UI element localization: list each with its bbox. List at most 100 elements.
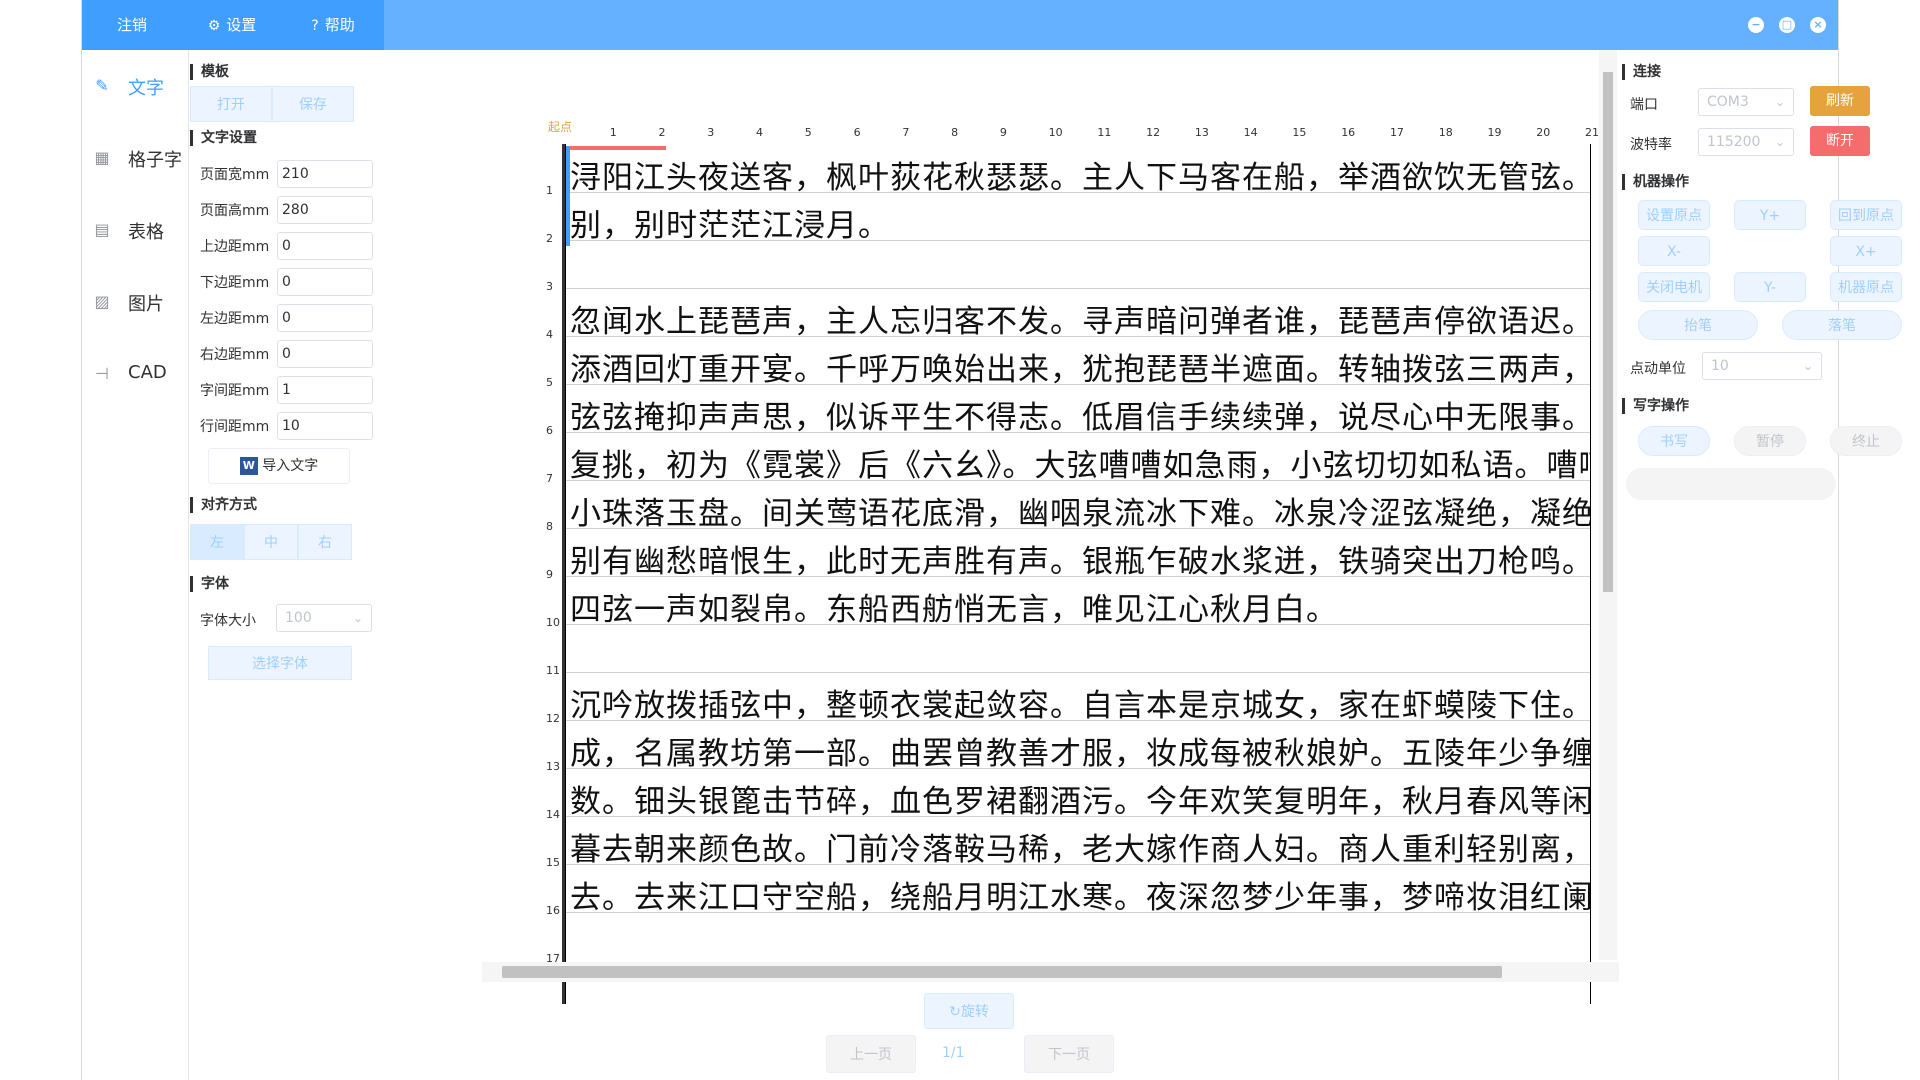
ruled-line xyxy=(566,288,1590,289)
ruler-tick-label: 6 xyxy=(853,126,861,139)
logout-menu[interactable]: 注销 xyxy=(82,0,182,50)
ruler-tick-label: 16 xyxy=(1341,126,1356,139)
machine-panel: 连接 端口 COM3 ⌄ 刷新 波特率 115200 ⌄ 断开 机器操作 设置原… xyxy=(1622,50,1902,1080)
ruler-tick-label: 20 xyxy=(1536,126,1551,139)
refresh-button[interactable]: 刷新 xyxy=(1810,86,1870,116)
page-indicator: 1/1 xyxy=(942,1045,965,1061)
nav-item-text[interactable]: ✎ 文字 xyxy=(82,66,188,106)
y-axis-marker xyxy=(566,146,570,246)
text-line: 成，名属教坊第一部。曲罢曾教善才服，妆成每被秋娘妒。五陵年少争缠头，一曲红绡不知 xyxy=(570,736,1591,772)
horizontal-scrollbar[interactable] xyxy=(482,962,1619,982)
nav-item-table[interactable]: ▤ 表格 xyxy=(82,210,188,250)
top-margin-input[interactable]: 0 xyxy=(277,232,373,260)
disconnect-button[interactable]: 断开 xyxy=(1810,126,1870,156)
jog-unit-label: 点动单位 xyxy=(1630,361,1686,377)
y-minus-button[interactable]: Y- xyxy=(1734,272,1806,302)
ruler-tick-label: 17 xyxy=(1389,126,1404,139)
canvas-area: 起点 1 2 3 4 5 6 7 8 9 10 11 12 13 14 15 16 17 18 19 20 21 浔阳江… xyxy=(482,50,1622,1004)
baud-select[interactable]: 115200 ⌄ xyxy=(1698,128,1794,156)
font-size-select[interactable]: 100 ⌄ xyxy=(276,604,372,632)
save-button[interactable]: 保存 xyxy=(272,86,354,122)
ruler-tick-label: 11 xyxy=(1097,126,1112,139)
ruler-tick-label: 12 xyxy=(546,712,560,725)
pen-up-button[interactable]: 抬笔 xyxy=(1638,310,1758,340)
char-spacing-input[interactable]: 1 xyxy=(277,376,373,404)
ruler-tick-label: 4 xyxy=(756,126,764,139)
ruler-tick-label: 4 xyxy=(546,328,553,341)
back-to-origin-button[interactable]: 回到原点 xyxy=(1830,200,1902,230)
font-size-label: 字体大小 xyxy=(200,613,256,629)
rotate-button[interactable]: ↻旋转 xyxy=(924,993,1014,1029)
field-label: 右边距mm xyxy=(200,347,270,363)
rotate-label: 旋转 xyxy=(960,1004,989,1020)
align-left-button[interactable]: 左 xyxy=(190,524,244,560)
ruler-tick-label: 14 xyxy=(546,808,560,821)
open-button[interactable]: 打开 xyxy=(190,86,272,122)
align-center-button[interactable]: 中 xyxy=(244,524,298,560)
minimize-icon[interactable]: − xyxy=(1748,17,1764,33)
maximize-icon[interactable]: □ xyxy=(1779,17,1795,33)
close-icon[interactable]: × xyxy=(1810,17,1826,33)
progress-bar xyxy=(1626,468,1836,500)
right-margin-input[interactable]: 0 xyxy=(277,340,373,368)
page-height-input[interactable]: 280 xyxy=(277,196,373,224)
x-plus-button[interactable]: X+ xyxy=(1830,236,1902,266)
ruler-tick-label: 6 xyxy=(546,424,553,437)
ruler-tick-label: 8 xyxy=(951,126,959,139)
vertical-scrollbar[interactable] xyxy=(1599,50,1617,960)
text-line: 去。去来江口守空船，绕船月明江水寒。夜深忽梦少年事，梦啼妆泪红阑干。 xyxy=(570,880,1591,916)
prev-page-button[interactable]: 上一页 xyxy=(826,1035,916,1073)
left-margin-input[interactable]: 0 xyxy=(277,304,373,332)
template-title: 模板 xyxy=(190,64,229,80)
ruler-tick-label: 3 xyxy=(707,126,715,139)
settings-menu[interactable]: ⚙ 设置 xyxy=(182,0,282,50)
pen-down-button[interactable]: 落笔 xyxy=(1782,310,1902,340)
scroll-thumb[interactable] xyxy=(1603,72,1613,592)
text-line: 忽闻水上琵琶声，主人忘归客不发。寻声暗问弹者谁，琵琶声停欲语迟。移船相近邀相见， xyxy=(570,304,1591,340)
next-page-button[interactable]: 下一页 xyxy=(1024,1035,1114,1073)
left-nav: ✎ 文字 ▦ 格子字 ▤ 表格 ▨ 图片 ⊣ CAD xyxy=(82,50,189,1080)
paper[interactable]: 浔阳江头夜送客，枫叶荻花秋瑟瑟。主人下马客在船，举酒欲饮无管弦。醉不成欢惨将别，… xyxy=(565,144,1591,1004)
motor-off-button[interactable]: 关闭电机 xyxy=(1638,272,1710,302)
ruler-tick-label: 14 xyxy=(1243,126,1258,139)
text-line: 小珠落玉盘。间关莺语花底滑，幽咽泉流冰下难。冰泉冷涩弦凝绝，凝绝不通声暂歇。 xyxy=(570,496,1591,532)
jog-unit-select[interactable]: 10 ⌄ xyxy=(1702,352,1822,380)
nav-item-image[interactable]: ▨ 图片 xyxy=(82,282,188,322)
nav-item-label: 格子字 xyxy=(128,150,182,171)
settings-label: 设置 xyxy=(226,16,257,34)
align-right-button[interactable]: 右 xyxy=(298,524,352,560)
top-ruler: 1 2 3 4 5 6 7 8 9 10 11 12 13 14 15 16 17 18 19 20 21 xyxy=(565,126,1599,145)
settings-panel: 模板 打开 保存 文字设置 页面宽mm 210 页面高mm 280 上边距mm … xyxy=(190,50,470,1080)
field-label: 字间距mm xyxy=(200,383,270,399)
line-spacing-input[interactable]: 10 xyxy=(277,412,373,440)
page-width-input[interactable]: 210 xyxy=(277,160,373,188)
y-plus-button[interactable]: Y+ xyxy=(1734,200,1806,230)
x-minus-button[interactable]: X- xyxy=(1638,236,1710,266)
nav-item-cad[interactable]: ⊣ CAD xyxy=(82,354,188,394)
jog-unit-value: 10 xyxy=(1711,358,1729,374)
text-line: 添酒回灯重开宴。千呼万唤始出来，犹抱琵琶半遮面。转轴拨弦三两声，未成曲调先有情。 xyxy=(570,352,1591,388)
machine-origin-button[interactable]: 机器原点 xyxy=(1830,272,1902,302)
write-button[interactable]: 书写 xyxy=(1638,426,1710,456)
field-label: 左边距mm xyxy=(200,311,270,327)
help-menu[interactable]: ? 帮助 xyxy=(282,0,384,50)
stop-button[interactable]: 终止 xyxy=(1830,426,1902,456)
text-line: 暮去朝来颜色故。门前冷落鞍马稀，老大嫁作商人妇。商人重利轻别离，前月浮梁买茶 xyxy=(570,832,1591,868)
nav-item-grid[interactable]: ▦ 格子字 xyxy=(82,138,188,178)
field-label: 上边距mm xyxy=(200,239,270,255)
set-origin-button[interactable]: 设置原点 xyxy=(1638,200,1710,230)
help-label: 帮助 xyxy=(324,16,355,34)
port-select[interactable]: COM3 ⌄ xyxy=(1698,88,1794,116)
rotate-icon: ↻ xyxy=(949,1004,961,1020)
ruler-tick-label: 13 xyxy=(1194,126,1209,139)
pause-button[interactable]: 暂停 xyxy=(1734,426,1806,456)
ruler-tick-label: 19 xyxy=(1487,126,1502,139)
choose-font-button[interactable]: 选择字体 xyxy=(208,646,352,680)
bottom-margin-input[interactable]: 0 xyxy=(277,268,373,296)
nav-item-label: 图片 xyxy=(128,294,164,315)
nav-item-label: 表格 xyxy=(128,222,164,243)
scroll-thumb[interactable] xyxy=(502,966,1502,978)
app-window: 注销 ⚙ 设置 ? 帮助 − □ × ✎ 文字 ▦ 格子字 ▤ 表格 ▨ 图片 ⊣ … xyxy=(82,0,1902,1080)
text-line: 别，别时茫茫江浸月。 xyxy=(570,208,890,244)
import-text-button[interactable]: W 导入文字 xyxy=(208,448,350,484)
